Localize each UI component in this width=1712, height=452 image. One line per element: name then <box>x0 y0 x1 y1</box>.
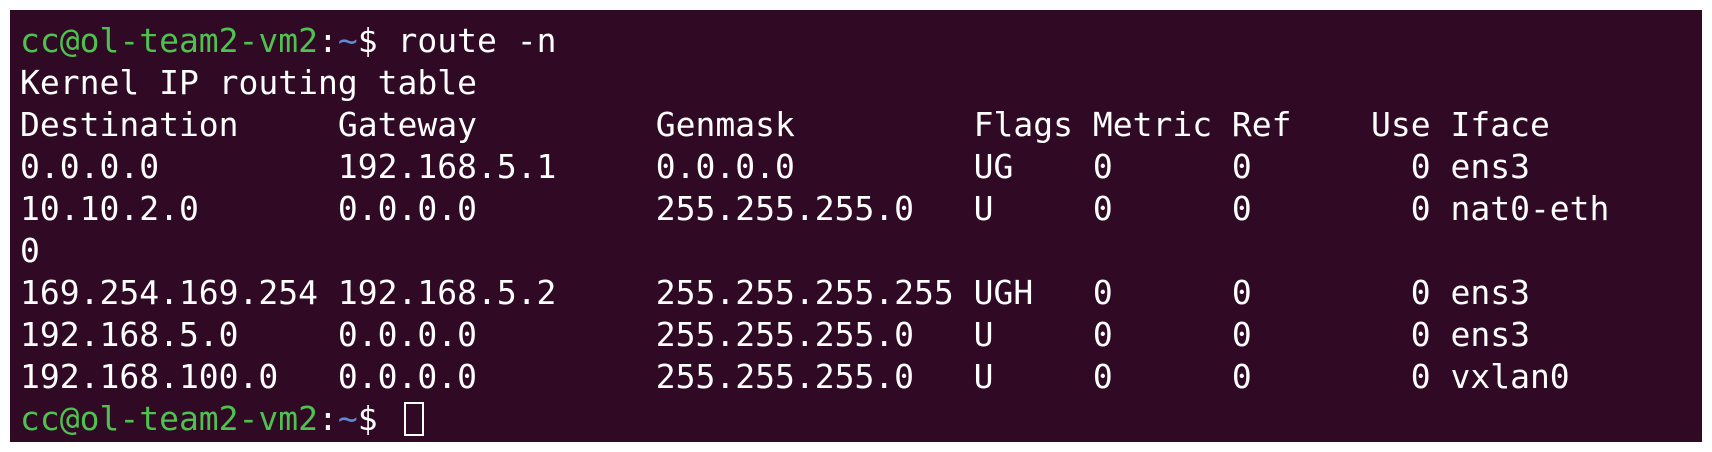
routing-table-row: 192.168.100.0 0.0.0.0 255.255.255.0 U 0 … <box>20 357 1570 396</box>
command-line: cc@ol-team2-vm2:~$ route -n <box>20 20 1702 62</box>
prompt-sigil: $ <box>357 21 398 60</box>
prompt-colon: : <box>318 399 338 438</box>
prompt-sigil: $ <box>357 399 398 438</box>
routing-table-header: Destination Gateway Genmask Flags Metric… <box>20 105 1550 144</box>
routing-table-title: Kernel IP routing table <box>20 63 477 102</box>
routing-table-row-wrap: 0 <box>20 231 40 270</box>
routing-table-row: 0.0.0.0 192.168.5.1 0.0.0.0 UG 0 0 0 ens… <box>20 147 1530 186</box>
active-prompt-line[interactable]: cc@ol-team2-vm2:~$ <box>20 398 1702 440</box>
prompt-user-host: cc@ol-team2-vm2 <box>20 399 319 438</box>
routing-table-row: 169.254.169.254 192.168.5.2 255.255.255.… <box>20 273 1530 312</box>
routing-table-row: 10.10.2.0 0.0.0.0 255.255.255.0 U 0 0 0 … <box>20 189 1610 228</box>
prompt-colon: : <box>318 21 338 60</box>
routing-table-row: 192.168.5.0 0.0.0.0 255.255.255.0 U 0 0 … <box>20 315 1530 354</box>
terminal-cursor[interactable] <box>403 402 424 436</box>
prompt-user-host: cc@ol-team2-vm2 <box>20 21 319 60</box>
prompt-path: ~ <box>337 21 358 60</box>
prompt-path: ~ <box>337 399 358 438</box>
terminal-window[interactable]: cc@ol-team2-vm2:~$ route -n Kernel IP ro… <box>10 10 1702 442</box>
command-text: route -n <box>397 21 557 60</box>
